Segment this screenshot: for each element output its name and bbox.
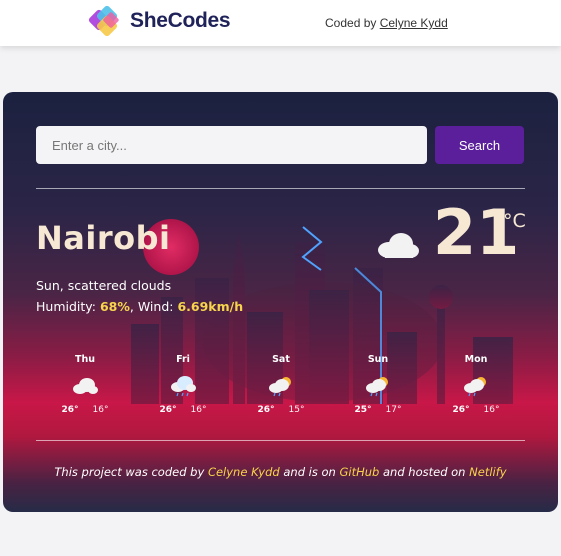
weather-card: Search Nairobi Sun, scattered clouds Hum…: [3, 92, 558, 512]
footer-credits: This project was coded by Celyne Kydd an…: [3, 465, 558, 479]
wind-value: 6.69km/h: [177, 299, 244, 314]
city-search-input[interactable]: [36, 126, 427, 164]
coded-by-label: Coded by: [325, 16, 377, 30]
forecast-day: Sun 25° 17°: [348, 354, 408, 415]
forecast-max: 26°: [257, 405, 275, 415]
forecast-day: Thu 26° 16°: [55, 354, 115, 415]
cloud-icon: [73, 378, 98, 394]
forecast-max: 25°: [354, 405, 372, 415]
forecast-max: 26°: [452, 405, 470, 415]
cloud-rain-icon: [171, 376, 196, 397]
footer-text: and hosted on: [383, 465, 466, 479]
forecast-max: 26°: [159, 405, 177, 415]
forecast-min: 16°: [190, 405, 207, 415]
forecast-min: 17°: [385, 405, 402, 415]
forecast-day: Sat 26° 15°: [251, 354, 311, 415]
temperature-unit[interactable]: °C: [503, 210, 526, 232]
shecodes-logo-icon: [88, 5, 119, 37]
weather-details: Humidity: 68%, Wind: 6.69km/h: [36, 299, 244, 314]
sun-cloud-rain-icon: [464, 377, 486, 397]
wind-label: Wind:: [137, 299, 174, 314]
forecast-day: Mon 26° 16°: [446, 354, 506, 415]
city-name: Nairobi: [36, 219, 171, 257]
forecast-day: Fri 26° 16°: [153, 354, 213, 415]
github-link[interactable]: GitHub: [339, 465, 379, 479]
forecast-day-name: Thu: [74, 354, 95, 365]
top-bar: SheCodes Coded by Celyne Kydd: [0, 0, 561, 46]
footer-author-link[interactable]: Celyne Kydd: [208, 465, 280, 479]
netlify-link[interactable]: Netlify: [469, 465, 506, 479]
cloud-icon: [378, 233, 419, 258]
sun-cloud-rain-icon: [366, 377, 388, 397]
forecast-max: 26°: [61, 405, 79, 415]
forecast-day-name: Fri: [176, 354, 190, 365]
forecast-min: 15°: [288, 405, 305, 415]
forecast-day-name: Sat: [272, 354, 290, 365]
forecast-min: 16°: [483, 405, 500, 415]
top-divider: [36, 188, 525, 189]
bottom-divider: [36, 440, 525, 441]
sun-cloud-rain-icon: [269, 377, 291, 397]
footer-text: and is on: [283, 465, 336, 479]
search-button[interactable]: Search: [435, 126, 524, 164]
author-link[interactable]: Celyne Kydd: [380, 16, 448, 30]
brand-name: SheCodes: [130, 9, 231, 32]
coded-by: Coded by Celyne Kydd: [325, 16, 448, 30]
forecast-day-name: Mon: [464, 354, 488, 365]
humidity-value: 68%: [99, 299, 130, 314]
forecast-min: 16°: [92, 405, 109, 415]
weather-description: Sun, scattered clouds: [36, 278, 172, 293]
forecast-day-name: Sun: [367, 354, 389, 365]
humidity-label: Humidity:: [36, 299, 96, 314]
footer-text: This project was coded by: [54, 465, 205, 479]
